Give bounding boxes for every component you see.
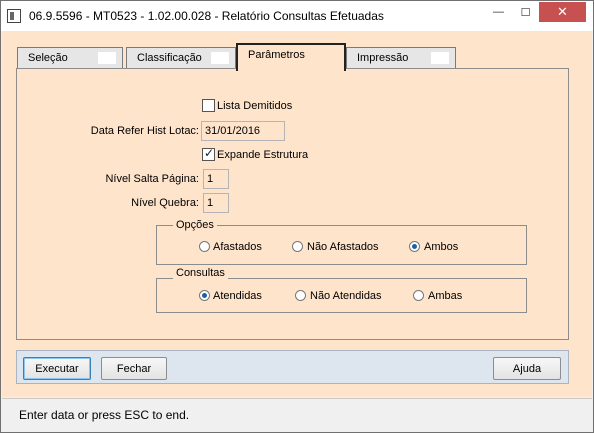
nivel-quebra-label: Nível Quebra:: [131, 197, 199, 209]
status-text: Enter data or press ESC to end.: [19, 408, 190, 422]
minimize-button[interactable]: —: [485, 2, 512, 22]
maximize-icon: ☐: [520, 6, 531, 19]
tab-strip: [98, 52, 116, 64]
radio-nao-afastados-label: Não Afastados: [307, 241, 379, 253]
maximize-button[interactable]: ☐: [512, 2, 539, 22]
nivel-quebra-field[interactable]: 1: [203, 193, 229, 213]
radio-afastados-label: Afastados: [213, 241, 262, 253]
expande-estrutura-label: Expande Estrutura: [217, 149, 309, 161]
expande-estrutura-checkbox[interactable]: [202, 146, 215, 161]
tab-label: Impressão: [357, 52, 409, 64]
tab-parametros[interactable]: Parâmetros: [236, 43, 346, 71]
radio-afastados[interactable]: [199, 241, 210, 252]
radio-ambos-label: Ambos: [424, 241, 459, 253]
tab-classificacao[interactable]: Classificação: [126, 47, 236, 69]
fechar-label: Fechar: [116, 362, 152, 375]
ajuda-button[interactable]: Ajuda: [493, 357, 561, 380]
nivel-salta-label: Nível Salta Página:: [105, 173, 199, 185]
radio-atendidas[interactable]: [199, 290, 210, 301]
nivel-salta-field[interactable]: 1: [203, 169, 229, 189]
ajuda-label: Ajuda: [512, 362, 542, 375]
tab-selecao[interactable]: Seleção: [17, 47, 123, 69]
tab-strip: [211, 52, 229, 64]
close-icon: ✕: [557, 4, 568, 19]
executar-label: Executar: [35, 362, 79, 375]
tab-impressao[interactable]: Impressão: [346, 47, 456, 69]
executar-button[interactable]: Executar: [23, 357, 91, 380]
radio-nao-atendidas-label: Não Atendidas: [310, 290, 382, 302]
tab-strip: [431, 52, 449, 64]
app-icon: [7, 9, 21, 23]
lista-demitidos-checkbox[interactable]: [202, 99, 215, 112]
data-refer-label: Data Refer Hist Lotac:: [90, 125, 199, 137]
fechar-button[interactable]: Fechar: [101, 357, 167, 380]
lista-demitidos-label: Lista Demitidos: [217, 100, 293, 112]
window-title: 06.9.5596 - MT0523 - 1.02.00.028 - Relat…: [29, 9, 384, 23]
radio-ambas-label: Ambas: [428, 290, 463, 302]
radio-nao-atendidas[interactable]: [295, 290, 306, 301]
data-refer-field[interactable]: 31/01/2016: [201, 121, 285, 141]
radio-nao-afastados[interactable]: [292, 241, 303, 252]
tab-strip: [320, 49, 338, 61]
status-bar: Enter data or press ESC to end.: [2, 398, 592, 432]
radio-ambos[interactable]: [409, 241, 420, 252]
title-bar[interactable]: 06.9.5596 - MT0523 - 1.02.00.028 - Relat…: [1, 1, 593, 31]
radio-atendidas-label: Atendidas: [213, 290, 262, 302]
tab-label: Seleção: [28, 52, 68, 64]
opcoes-group-title: Opções: [173, 219, 217, 231]
minimize-icon: —: [493, 6, 504, 18]
consultas-group-title: Consultas: [173, 267, 228, 279]
tab-label: Parâmetros: [248, 49, 305, 61]
close-button[interactable]: ✕: [539, 2, 586, 22]
radio-ambas[interactable]: [413, 290, 424, 301]
button-bar: [16, 350, 569, 384]
tab-label: Classificação: [137, 52, 202, 64]
app-window: 06.9.5596 - MT0523 - 1.02.00.028 - Relat…: [0, 0, 594, 433]
